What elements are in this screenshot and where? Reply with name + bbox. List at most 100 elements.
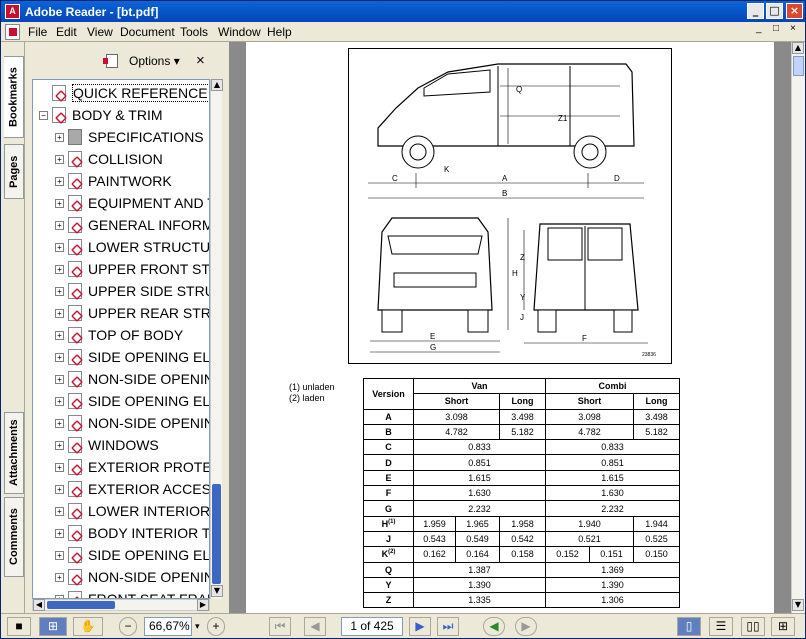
menu-view[interactable]: View <box>87 25 113 39</box>
scroll-up-arrow-icon[interactable]: ▲ <box>211 79 223 91</box>
document-icon[interactable] <box>5 24 20 40</box>
tab-attachments[interactable]: Attachments <box>4 412 24 494</box>
expand-icon[interactable]: + <box>55 330 64 340</box>
bookmark-label[interactable]: EQUIPMENT AND TOOLS <box>88 195 209 211</box>
bookmark-label[interactable]: SPECIFICATIONS <box>88 129 204 145</box>
bookmark-item[interactable]: + UPPER SIDE STRUCTURE <box>55 280 209 302</box>
bookmark-item[interactable]: + EXTERIOR PROTECTION <box>55 456 209 478</box>
scroll-left-arrow-icon[interactable]: ◀ <box>33 599 45 611</box>
bookmark-scroll-thumb[interactable] <box>212 484 221 584</box>
expand-icon[interactable]: + <box>55 374 64 384</box>
bookmark-label[interactable]: UPPER REAR STRUCTURE <box>88 305 209 321</box>
document-scrollbar[interactable]: ▲ ▼ <box>791 42 805 613</box>
expand-icon[interactable]: + <box>55 440 64 450</box>
bookmark-item[interactable]: + WINDOWS <box>55 434 159 456</box>
bookmark-item[interactable]: + SIDE OPENING ELEMENTS <box>55 346 209 368</box>
bookmark-label[interactable]: SIDE OPENING ELEMENTS <box>88 349 209 365</box>
select-tool-icon[interactable]: ⊞ <box>39 617 67 636</box>
expand-icon[interactable]: + <box>55 462 64 472</box>
doc-restore-button[interactable]: □ <box>773 23 779 34</box>
bookmark-item[interactable]: − BODY & TRIM <box>39 104 163 126</box>
bookmark-label[interactable]: NON-SIDE OPENING ELEMENTS <box>88 371 209 387</box>
menu-tools[interactable]: Tools <box>180 25 208 39</box>
menu-help[interactable]: Help <box>267 25 292 39</box>
expand-icon[interactable]: + <box>55 484 64 494</box>
bookmark-item[interactable]: + PAINTWORK <box>55 170 172 192</box>
go-forward-icon[interactable]: ▶ <box>515 617 537 636</box>
bookmark-item[interactable]: + SPECIFICATIONS <box>55 126 204 148</box>
bookmark-options-icon[interactable] <box>103 54 118 68</box>
bookmark-item[interactable]: + NON-SIDE OPENING ELEMENTS <box>55 412 209 434</box>
continuous-facing-view-icon[interactable]: ⊞ <box>771 617 795 636</box>
bookmark-item[interactable]: + NON-SIDE OPENING <box>55 566 209 588</box>
facing-view-icon[interactable]: ▯▯ <box>741 617 765 636</box>
bookmark-label[interactable]: NON-SIDE OPENING <box>88 569 209 585</box>
expand-icon[interactable]: + <box>55 132 64 142</box>
zoom-dropdown-icon[interactable]: ▾ <box>195 621 200 632</box>
expand-icon[interactable]: + <box>55 572 64 582</box>
last-page-icon[interactable]: ⏭ <box>437 617 459 636</box>
bookmark-label[interactable]: TOP OF BODY <box>88 327 183 343</box>
bookmark-item[interactable]: + BODY INTERIOR TRIM <box>55 522 209 544</box>
bookmark-item[interactable]: + UPPER REAR STRUCTURE <box>55 302 209 324</box>
bookmark-item[interactable]: + SIDE OPENING ELEMENTS <box>55 390 209 412</box>
bookmark-item[interactable]: + SIDE OPENING ELEMENTS <box>55 544 209 566</box>
bookmark-item[interactable]: + EQUIPMENT AND TOOLS <box>55 192 209 214</box>
screen-icon[interactable]: ■ <box>7 617 31 636</box>
expand-icon[interactable]: + <box>55 220 64 230</box>
bookmark-item[interactable]: + NON-SIDE OPENING ELEMENTS <box>55 368 209 390</box>
bookmark-label[interactable]: GENERAL INFORMATION <box>88 217 209 233</box>
menu-edit[interactable]: Edit <box>56 25 77 39</box>
bookmark-label[interactable]: QUICK REFERENCE INFO <box>72 84 209 102</box>
menu-file[interactable]: File <box>28 25 47 39</box>
bookmark-label[interactable]: WINDOWS <box>88 437 159 453</box>
bookmark-item[interactable]: QUICK REFERENCE INFO <box>39 82 209 104</box>
bookmark-hscroll-thumb[interactable] <box>47 601 115 609</box>
expand-icon[interactable]: + <box>55 308 64 318</box>
bookmark-item[interactable]: + EXTERIOR ACCESSORIES <box>55 478 209 500</box>
previous-page-icon[interactable]: ◀ <box>304 617 326 636</box>
tab-bookmarks[interactable]: Bookmarks <box>4 56 24 138</box>
expand-icon[interactable]: + <box>55 286 64 296</box>
menu-document[interactable]: Document <box>120 25 175 39</box>
bookmark-label[interactable]: LOWER INTERIOR AND <box>88 503 209 519</box>
doc-close-button[interactable]: × <box>790 23 796 34</box>
bookmark-scrollbar[interactable]: ▲ ▼ <box>210 79 223 599</box>
zoom-out-button[interactable]: − <box>119 617 137 636</box>
bookmark-label[interactable]: BODY & TRIM <box>72 107 163 123</box>
bookmark-label[interactable]: NON-SIDE OPENING ELEMENTS <box>88 415 209 431</box>
close-button[interactable]: × <box>786 3 803 19</box>
doc-scroll-down-icon[interactable]: ▼ <box>792 599 804 611</box>
bookmark-label[interactable]: LOWER STRUCTURE <box>88 239 209 255</box>
expand-icon[interactable]: + <box>55 528 64 538</box>
page-number-field[interactable]: 1 of 425 <box>341 617 403 636</box>
tab-comments[interactable]: Comments <box>4 497 24 577</box>
bookmark-label[interactable]: SIDE OPENING ELEMENTS <box>88 547 209 563</box>
bookmark-item[interactable]: + LOWER STRUCTURE <box>55 236 209 258</box>
bookmark-item[interactable]: + GENERAL INFORMATION <box>55 214 209 236</box>
bookmark-item[interactable]: +FRONT SEAT FRAMES <box>55 588 209 598</box>
doc-scroll-thumb[interactable] <box>793 56 804 76</box>
maximize-button[interactable]: □ <box>766 3 783 19</box>
zoom-field[interactable]: 66,67% <box>144 617 192 636</box>
bookmark-item[interactable]: + UPPER FRONT STRUCTURE <box>55 258 209 280</box>
go-back-icon[interactable]: ◀ <box>483 617 505 636</box>
bookmark-label[interactable]: COLLISION <box>88 151 163 167</box>
bookmark-label[interactable]: PAINTWORK <box>88 173 172 189</box>
bookmark-label[interactable]: UPPER FRONT STRUCTURE <box>88 261 209 277</box>
doc-minimize-button[interactable]: _ <box>756 23 762 34</box>
options-menu[interactable]: Options ▾ <box>129 54 180 68</box>
bookmark-label[interactable]: EXTERIOR ACCESSORIES <box>88 481 209 497</box>
collapse-icon[interactable]: − <box>39 110 48 120</box>
bookmark-label[interactable]: SIDE OPENING ELEMENTS <box>88 393 209 409</box>
hand-tool-icon[interactable]: ✋ <box>73 617 103 636</box>
doc-scroll-up-icon[interactable]: ▲ <box>792 42 804 54</box>
bookmark-label[interactable]: UPPER SIDE STRUCTURE <box>88 283 209 299</box>
expand-icon[interactable]: + <box>55 550 64 560</box>
expand-icon[interactable]: + <box>55 264 64 274</box>
bookmark-item[interactable]: + LOWER INTERIOR AND <box>55 500 209 522</box>
next-page-icon[interactable]: ▶ <box>409 617 431 636</box>
expand-icon[interactable]: + <box>55 198 64 208</box>
bookmark-label[interactable]: FRONT SEAT FRAMES <box>88 591 209 598</box>
tab-pages[interactable]: Pages <box>4 144 24 199</box>
